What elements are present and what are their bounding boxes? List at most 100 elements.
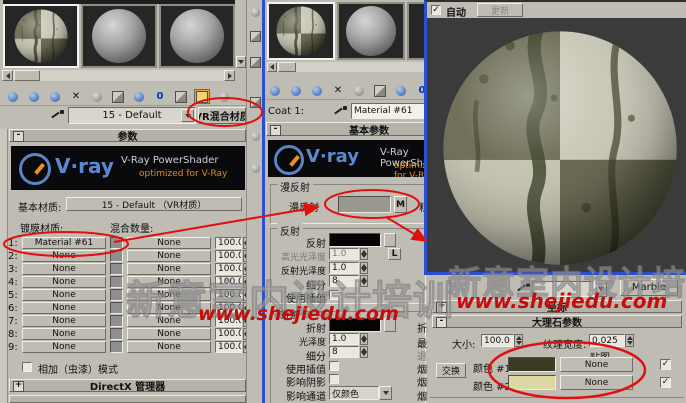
spinner-up-icon[interactable] xyxy=(627,336,633,340)
interp-checkbox[interactable] xyxy=(329,290,339,300)
put-material-icon[interactable] xyxy=(288,83,304,98)
color2-map-button[interactable]: None xyxy=(560,375,633,390)
material-slot[interactable] xyxy=(159,4,235,68)
refract-map-button[interactable] xyxy=(384,318,396,332)
blend-color-swatch[interactable] xyxy=(110,315,123,327)
refract-interp-checkbox[interactable] xyxy=(329,361,339,371)
blend-amount-field[interactable]: 100.0 xyxy=(215,341,242,353)
sample-type-icon[interactable] xyxy=(249,6,262,19)
blend-color-swatch[interactable] xyxy=(110,328,123,340)
scroll-thumb[interactable] xyxy=(278,62,296,72)
expand-icon[interactable]: + xyxy=(436,302,447,313)
collapse-icon[interactable]: - xyxy=(270,125,281,136)
material-slot-selected[interactable] xyxy=(3,4,79,68)
video-color-check-icon[interactable] xyxy=(249,130,262,143)
reflect-color-swatch[interactable] xyxy=(329,233,381,247)
material-id-channel-icon[interactable]: 0 xyxy=(152,89,168,104)
rollout-partial-bottom[interactable] xyxy=(9,395,246,403)
subdivs-field[interactable]: 8 xyxy=(329,275,359,287)
spinner-down-icon[interactable] xyxy=(361,268,367,272)
scroll-left-button[interactable] xyxy=(2,70,13,81)
panel-scroll-strip[interactable] xyxy=(0,129,8,403)
pick-map-eyedropper-icon[interactable] xyxy=(516,282,530,295)
show-map-in-viewport-icon[interactable] xyxy=(194,89,210,104)
color1-map-button[interactable]: None xyxy=(560,357,633,372)
blend-amount-field[interactable]: 100.0 xyxy=(215,302,242,314)
options-icon[interactable] xyxy=(249,162,262,175)
coat-material-button[interactable]: None xyxy=(22,341,106,353)
color1-swatch[interactable] xyxy=(508,357,556,372)
color2-map-checkbox[interactable]: ✓ xyxy=(660,377,671,388)
collapse-icon[interactable]: - xyxy=(436,317,447,328)
rollout-marble-params[interactable]: - 大理石参数 xyxy=(432,315,682,328)
reset-material-icon[interactable]: ✕ xyxy=(68,89,84,104)
blend-color-swatch[interactable] xyxy=(110,302,123,314)
affect-channels-dropdown[interactable]: 仅颜色 xyxy=(329,386,379,400)
blend-amount-field[interactable]: 100.0 xyxy=(215,263,242,275)
slots-scroll-down-button[interactable] xyxy=(236,56,246,68)
blend-color-swatch[interactable] xyxy=(110,276,123,288)
hilight-gloss-field[interactable]: 1.0 xyxy=(329,248,359,260)
blend-map-button[interactable]: None xyxy=(127,328,211,340)
blend-amount-field[interactable]: 100.0 xyxy=(215,237,242,249)
reset-material-icon[interactable]: ✕ xyxy=(330,83,346,98)
swap-colors-button[interactable]: 交换 xyxy=(436,363,466,378)
material-slot[interactable] xyxy=(337,2,405,60)
get-material-icon[interactable] xyxy=(5,89,21,104)
material-slot-selected[interactable] xyxy=(267,2,335,60)
scroll-right-button[interactable] xyxy=(224,70,235,81)
sample-uv-tiling-icon[interactable] xyxy=(249,96,262,109)
spinner-down-icon[interactable] xyxy=(361,352,367,356)
blend-map-button[interactable]: None xyxy=(127,315,211,327)
rollout-coordinates[interactable]: + 坐标 xyxy=(432,300,682,313)
map-name-arrow-button[interactable] xyxy=(594,281,607,297)
spinner-down-icon[interactable] xyxy=(516,341,522,345)
copy-material-icon[interactable] xyxy=(89,89,105,104)
coat-material-button[interactable]: None xyxy=(22,276,106,288)
affect-channels-arrow-button[interactable] xyxy=(379,386,392,400)
put-to-library-icon[interactable] xyxy=(393,83,409,98)
refract-subdivs-spinner[interactable] xyxy=(360,346,368,358)
spinner-up-icon[interactable] xyxy=(516,336,522,340)
diffuse-color-swatch[interactable] xyxy=(338,196,391,213)
blend-map-button[interactable]: None xyxy=(127,289,211,301)
refract-gloss-spinner[interactable] xyxy=(360,333,368,345)
blend-amount-field[interactable]: 100.0 xyxy=(215,276,242,288)
hilight-gloss-spinner[interactable] xyxy=(360,248,368,260)
additive-mode-checkbox[interactable] xyxy=(22,362,32,372)
coat-material-button[interactable]: None xyxy=(22,250,106,262)
blend-amount-field[interactable]: 100.0 xyxy=(215,250,242,262)
affect-shadows-checkbox[interactable] xyxy=(329,374,339,384)
material-name-dropdown[interactable]: 15 - Default xyxy=(68,107,196,124)
collapse-icon[interactable]: - xyxy=(13,131,24,142)
blend-map-button[interactable]: None xyxy=(127,250,211,262)
make-unique-icon[interactable] xyxy=(110,89,126,104)
put-material-icon[interactable] xyxy=(26,89,42,104)
coat-material-button[interactable]: None xyxy=(22,302,106,314)
copy-material-icon[interactable] xyxy=(351,83,367,98)
blend-color-swatch[interactable] xyxy=(110,341,123,353)
blend-color-swatch[interactable] xyxy=(110,263,123,275)
show-background-icon[interactable] xyxy=(173,89,189,104)
coat-material-button[interactable]: Material #61 xyxy=(22,237,106,249)
background-icon[interactable] xyxy=(249,56,262,69)
blend-color-swatch[interactable] xyxy=(110,237,123,249)
spinner-down-icon[interactable] xyxy=(361,281,367,285)
material-slot[interactable] xyxy=(81,4,157,68)
coat-material-button[interactable]: None xyxy=(22,315,106,327)
color2-swatch[interactable] xyxy=(508,375,556,390)
blend-map-button[interactable]: None xyxy=(127,263,211,275)
blend-color-swatch[interactable] xyxy=(110,289,123,301)
blend-map-button[interactable]: None xyxy=(127,341,211,353)
coat-material-button[interactable]: None xyxy=(22,263,106,275)
blend-amount-field[interactable]: 100.0 xyxy=(215,328,242,340)
spinner-down-icon[interactable] xyxy=(361,254,367,258)
base-material-button[interactable]: 15 - Default （VR材质） xyxy=(66,197,242,211)
blend-map-button[interactable]: None xyxy=(127,276,211,288)
material-type-button[interactable]: VR混合材质 xyxy=(198,107,246,124)
blend-amount-field[interactable]: 100.0 xyxy=(215,315,242,327)
refract-gloss-field[interactable]: 1.0 xyxy=(329,333,359,345)
backlight-icon[interactable] xyxy=(249,30,262,43)
rollout-params[interactable]: - 参数 xyxy=(9,129,246,142)
slots-hscrollbar[interactable] xyxy=(2,70,235,81)
